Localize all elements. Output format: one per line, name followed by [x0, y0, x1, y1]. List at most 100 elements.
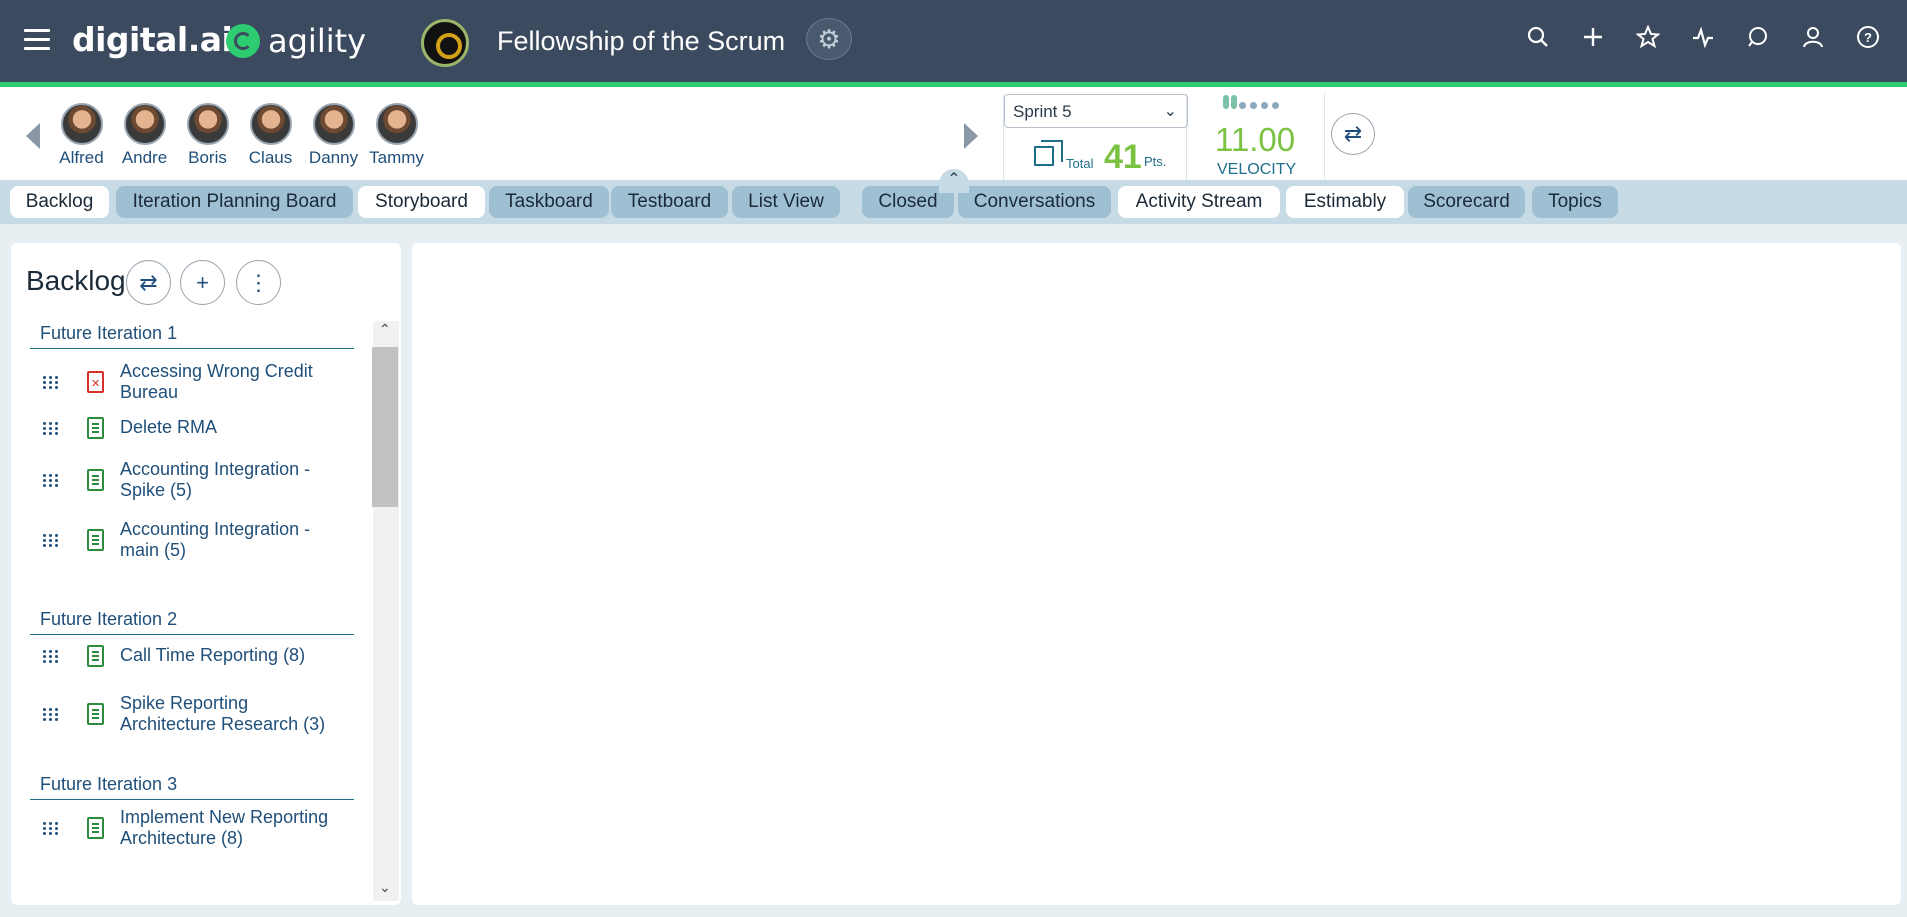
project-title[interactable]: Fellowship of the Scrum	[497, 26, 785, 57]
backlog-group-header: Future Iteration 2	[30, 609, 354, 635]
drag-handle-icon[interactable]	[42, 706, 58, 722]
brand-digital-ai-logo[interactable]: digital.ai	[72, 20, 233, 59]
star-icon[interactable]	[1620, 22, 1675, 62]
chevron-up-icon: ⌃	[947, 171, 961, 188]
avatar	[123, 103, 166, 145]
tab-storyboard[interactable]: Storyboard	[358, 186, 485, 218]
avatar	[249, 103, 292, 145]
backlog-item-title[interactable]: Call Time Reporting (8)	[120, 645, 305, 666]
backlog-group-header: Future Iteration 3	[30, 774, 354, 800]
defect-icon	[87, 371, 104, 393]
backlog-item-title[interactable]: Spike Reporting Architecture Research (3)	[120, 693, 325, 735]
storyboard-canvas	[412, 243, 1901, 905]
scroll-up-icon[interactable]: ⌃	[379, 321, 391, 338]
title-line: Bureau	[120, 382, 179, 402]
backlog-item-title[interactable]: Implement New Reporting Architecture (8)	[120, 807, 328, 849]
svg-text:?: ?	[1864, 30, 1872, 45]
drag-handle-icon[interactable]	[42, 420, 58, 436]
title-line: Call Time Reporting (8)	[120, 645, 306, 665]
velocity-summary: 11.00 VELOCITY	[1195, 93, 1325, 179]
sprint-select-value: Sprint 5	[1013, 102, 1072, 121]
backlog-panel: Backlog ⇄ + ⋮ Future Iteration 1 Accessin…	[11, 243, 401, 905]
tab-estimably[interactable]: Estimably	[1286, 186, 1404, 218]
chat-icon[interactable]	[1730, 22, 1785, 62]
tab-list-view[interactable]: List View	[732, 186, 840, 218]
team-members: Alfred Andre Boris Claus Danny Tammy	[50, 103, 428, 168]
member-name: Andre	[121, 148, 168, 167]
title-line: Accounting Integration -	[120, 519, 311, 539]
backlog-more-button[interactable]: ⋮	[236, 260, 281, 305]
backlog-scrollbar-thumb[interactable]	[372, 347, 398, 507]
drag-handle-icon[interactable]	[42, 374, 58, 390]
tab-scorecard[interactable]: Scorecard	[1408, 186, 1525, 218]
refresh-button[interactable]: ⇄	[1331, 113, 1375, 155]
avatar	[186, 103, 229, 145]
tab-taskboard[interactable]: Taskboard	[489, 186, 609, 218]
plus-icon[interactable]	[1565, 22, 1620, 62]
avatar	[312, 103, 355, 145]
drag-handle-icon[interactable]	[42, 820, 58, 836]
brand-agility-logo[interactable]: agility	[268, 22, 366, 60]
backlog-item[interactable]: Implement New Reporting Architecture (8)	[42, 807, 362, 849]
title-line: Spike (5)	[120, 480, 193, 500]
drag-handle-icon[interactable]	[42, 532, 58, 548]
backlog-refresh-button[interactable]: ⇄	[126, 260, 171, 305]
tab-conversations[interactable]: Conversations	[958, 186, 1111, 218]
total-points: 41	[1104, 138, 1142, 176]
team-member[interactable]: Tammy	[365, 103, 428, 168]
story-icon	[87, 645, 104, 667]
backlog-item-title[interactable]: Accounting Integration - main (5)	[120, 519, 310, 561]
backlog-group-header: Future Iteration 4	[30, 903, 354, 905]
backlog-add-button[interactable]: +	[180, 260, 225, 305]
drag-handle-icon[interactable]	[42, 472, 58, 488]
backlog-item[interactable]: Accounting Integration - main (5)	[42, 519, 362, 561]
scroll-down-icon[interactable]: ⌄	[379, 879, 391, 896]
backlog-item[interactable]: Spike Reporting Architecture Research (3)	[42, 693, 362, 735]
pulse-icon[interactable]	[1675, 22, 1730, 62]
backlog-group-header: Future Iteration 1	[30, 323, 354, 349]
backlog-item-title[interactable]: Delete RMA	[120, 417, 217, 438]
team-member[interactable]: Boris	[176, 103, 239, 168]
help-icon[interactable]: ?	[1840, 22, 1895, 62]
title-line: Spike Reporting	[120, 693, 249, 713]
tab-activity-stream[interactable]: Activity Stream	[1118, 186, 1280, 218]
backlog-item[interactable]: Delete RMA	[42, 417, 362, 439]
sprint-select[interactable]: Sprint 5 ⌄	[1004, 94, 1188, 128]
backlog-item-title[interactable]: Accounting Integration - Spike (5)	[120, 459, 310, 501]
backlog-title: Backlog	[26, 265, 126, 296]
collapse-header-button[interactable]: ⌃	[939, 169, 969, 193]
team-strip: Alfred Andre Boris Claus Danny Tammy Sprint 5…	[0, 87, 1907, 180]
hamburger-icon[interactable]	[24, 29, 50, 51]
title-line: main (5)	[120, 540, 187, 560]
team-member[interactable]: Danny	[302, 103, 365, 168]
title-line: Accounting Integration -	[120, 459, 311, 479]
velocity-trend-icon	[1223, 95, 1283, 109]
member-name: Boris	[188, 148, 227, 167]
scroll-members-right-icon[interactable]	[964, 123, 978, 149]
backlog-item[interactable]: Accounting Integration - Spike (5)	[42, 459, 362, 501]
team-member[interactable]: Alfred	[50, 103, 113, 168]
backlog-item[interactable]: Call Time Reporting (8)	[42, 645, 362, 667]
team-member[interactable]: Claus	[239, 103, 302, 168]
story-icon	[87, 529, 104, 551]
member-name: Claus	[248, 148, 293, 167]
more-vertical-icon: ⋮	[247, 270, 270, 295]
search-icon[interactable]	[1510, 22, 1565, 62]
scroll-members-left-icon[interactable]	[26, 123, 40, 149]
tab-iteration-planning-board[interactable]: Iteration Planning Board	[116, 186, 353, 218]
tab-testboard[interactable]: Testboard	[611, 186, 728, 218]
sprint-summary: Sprint 5 ⌄ Total 41 Pts.	[1003, 94, 1188, 180]
project-avatar[interactable]	[421, 19, 469, 67]
member-name: Danny	[308, 148, 359, 167]
backlog-item[interactable]: Accessing Wrong CreditBureau	[42, 361, 362, 403]
tab-topics[interactable]: Topics	[1532, 186, 1618, 218]
member-name: Alfred	[59, 148, 104, 167]
tab-backlog[interactable]: Backlog	[10, 186, 109, 218]
team-member[interactable]: Andre	[113, 103, 176, 168]
backlog-item-title[interactable]: Accessing Wrong Credit Bureau	[120, 361, 313, 403]
drag-handle-icon[interactable]	[42, 648, 58, 664]
user-icon[interactable]	[1785, 22, 1840, 62]
member-name: Tammy	[369, 148, 424, 167]
agility-logo-icon	[226, 24, 260, 58]
gear-icon[interactable]: ⚙	[806, 18, 852, 60]
